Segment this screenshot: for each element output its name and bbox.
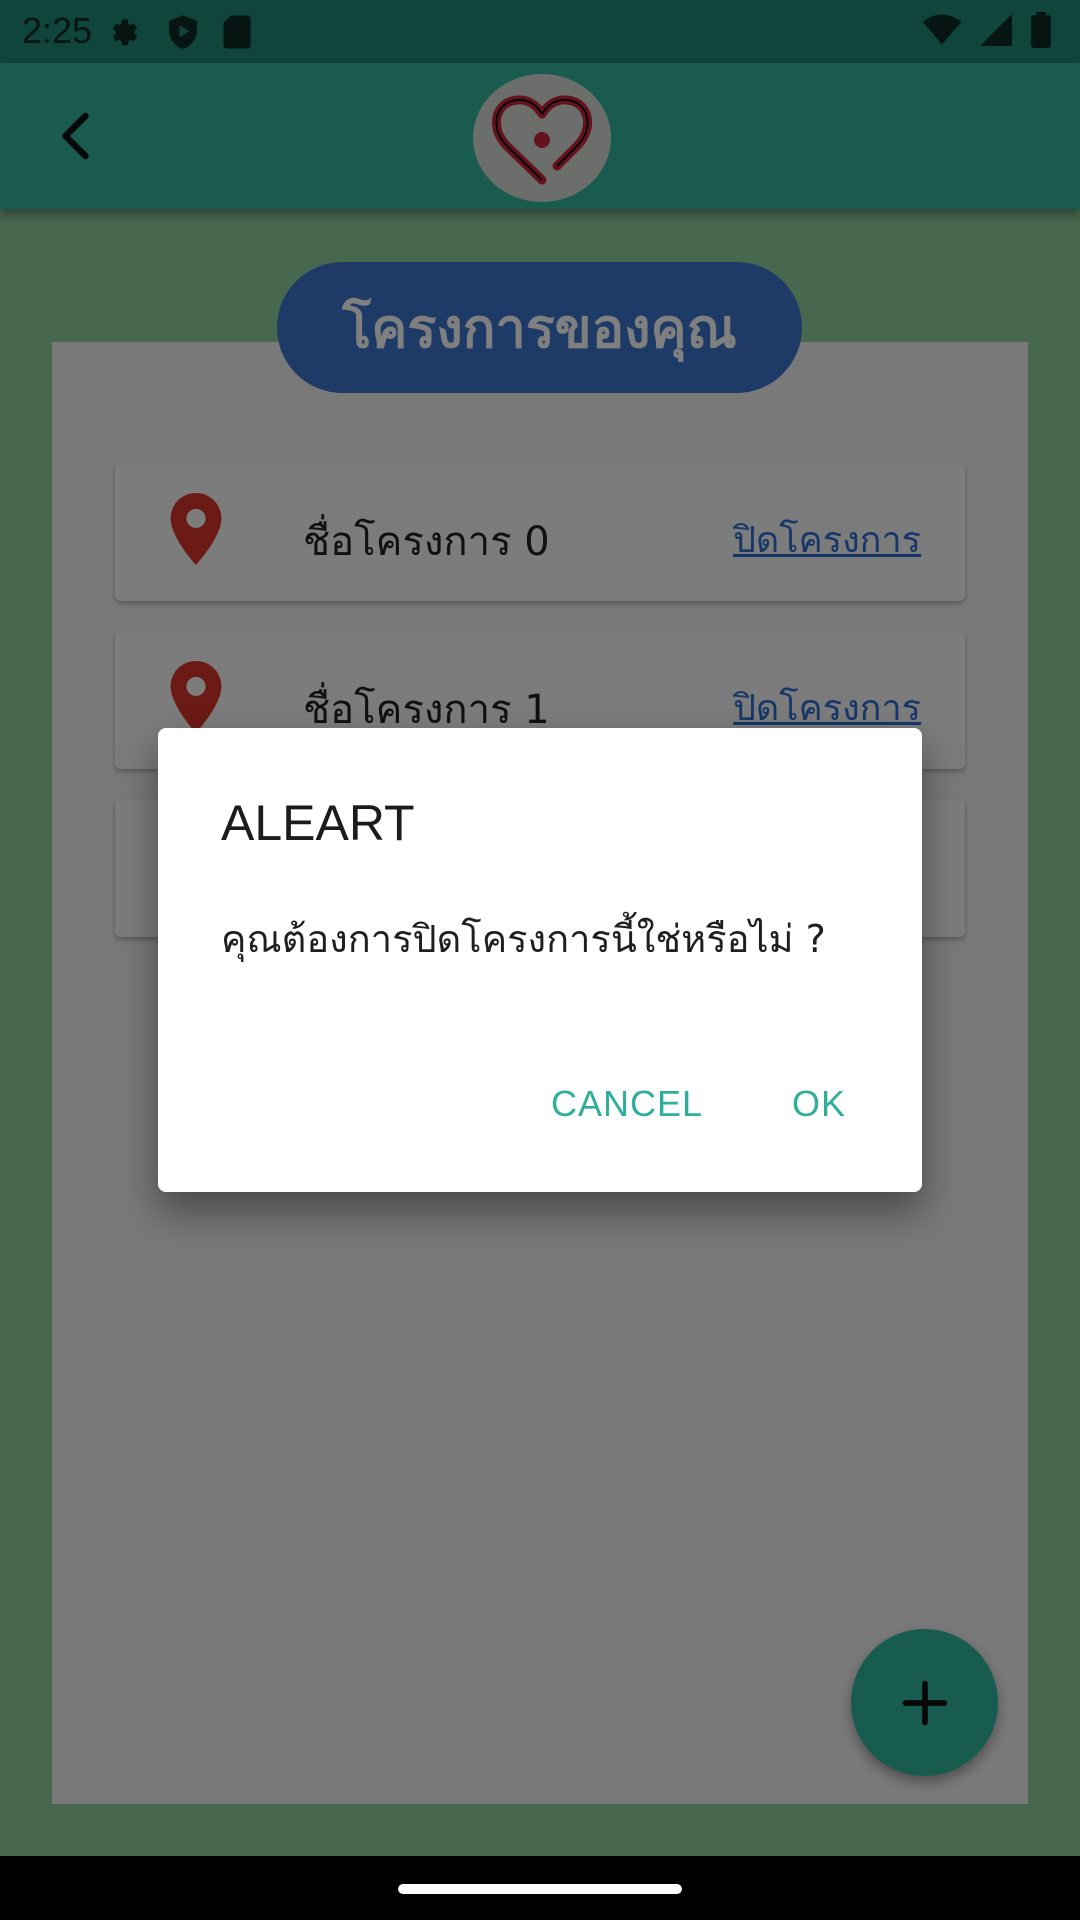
alert-dialog: ALEART คุณต้องการปิดโครงการนี้ใช่หรือไม่… <box>158 728 922 1192</box>
dialog-title: ALEART <box>221 795 415 851</box>
ok-button[interactable]: OK <box>792 1083 846 1125</box>
cancel-button[interactable]: CANCEL <box>551 1083 703 1125</box>
dialog-message: คุณต้องการปิดโครงการนี้ใช่หรือไม่ ? <box>221 917 826 961</box>
home-gesture-handle[interactable] <box>398 1884 682 1894</box>
